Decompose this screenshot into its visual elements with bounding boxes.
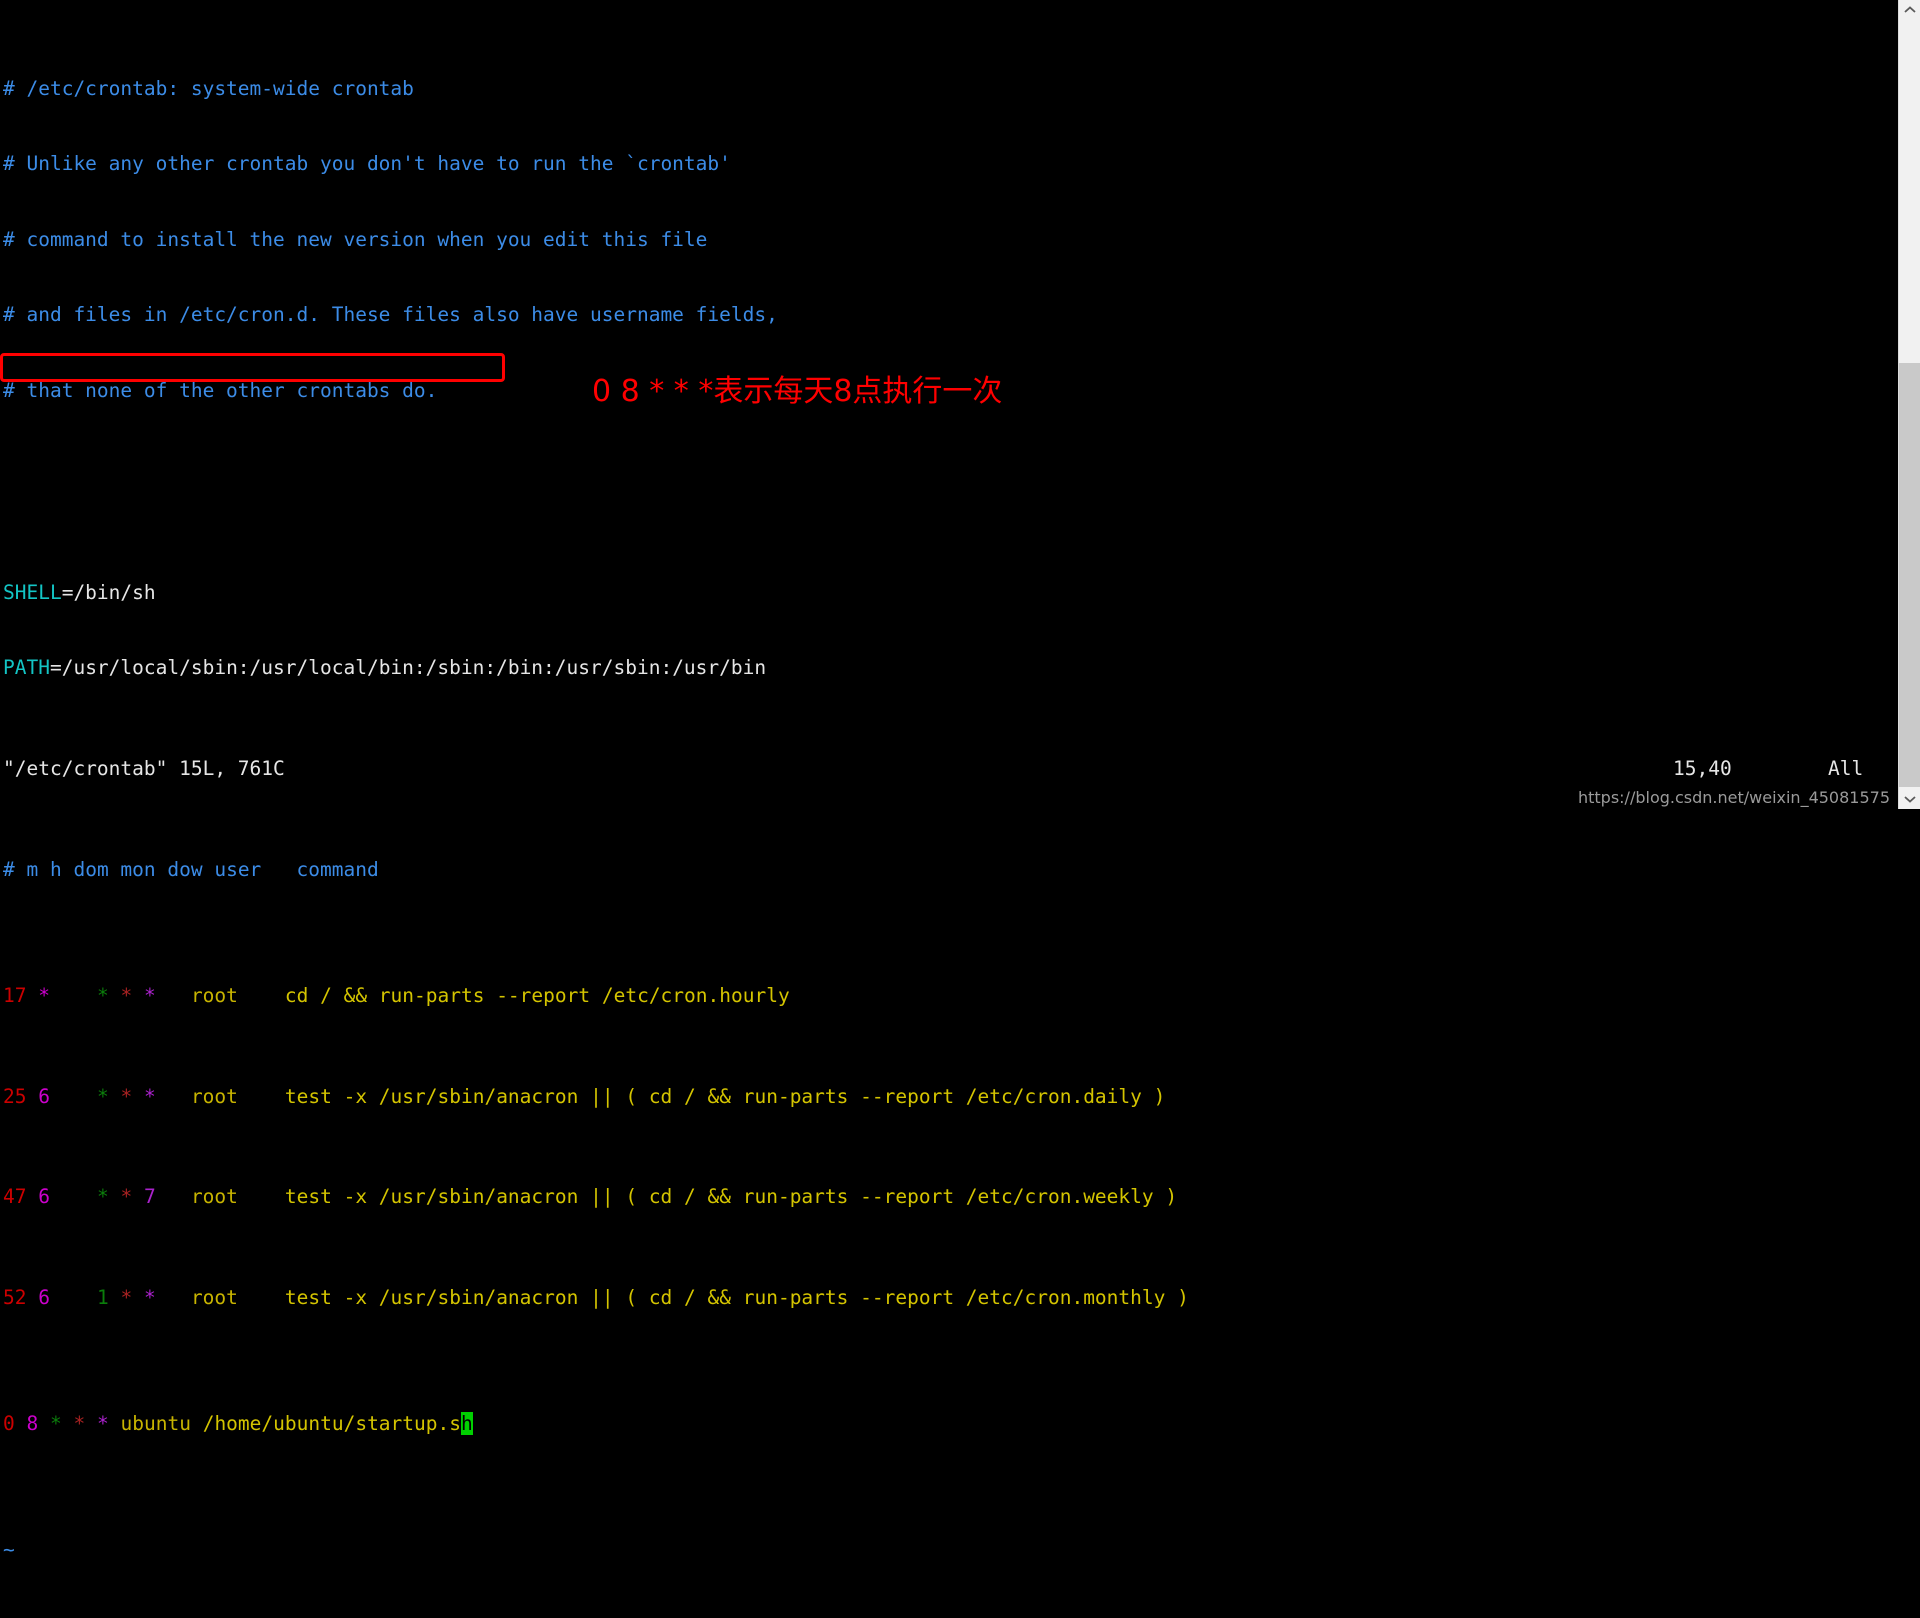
mon-field: * [120, 1286, 133, 1310]
field-header-comment-line: # m h dom mon dow user command [0, 857, 1895, 882]
minute-field: 47 [3, 1185, 27, 1209]
crontab-row-highlighted[interactable]: 0 8 * * * ubuntu /home/ubuntu/startup.sh [0, 1411, 1895, 1436]
scroll-up-button[interactable] [1899, 0, 1920, 20]
dow-field: * [143, 1286, 156, 1310]
terminal-window: # /etc/crontab: system-wide crontab # Un… [0, 0, 1920, 1618]
tilde-marker: ~ [3, 1614, 15, 1618]
tilde-marker: ~ [3, 1538, 15, 1562]
comment-line-4: # and files in /etc/cron.d. These files … [0, 302, 1895, 327]
chevron-down-icon [1904, 795, 1916, 803]
shell-variable-value: =/bin/sh [61, 580, 156, 604]
crontab-row: 47 6 * * 7 root test -x /usr/sbin/anacro… [0, 1184, 1895, 1209]
mon-field: * [73, 1412, 86, 1436]
scrollbar-thumb[interactable] [1899, 363, 1920, 787]
comment-line-2: # Unlike any other crontab you don't hav… [0, 151, 1895, 176]
vertical-scrollbar[interactable] [1898, 0, 1920, 809]
dom-field: * [96, 1084, 109, 1108]
tilde-line: ~ [0, 1613, 1895, 1618]
dom-field: * [50, 1412, 62, 1436]
dow-field: 7 [143, 1185, 156, 1209]
dow-field: * [97, 1412, 109, 1436]
user-field: root [190, 1185, 238, 1209]
crontab-row: 25 6 * * * root test -x /usr/sbin/anacro… [0, 1084, 1895, 1109]
command-field: test -x /usr/sbin/anacron || ( cd / && r… [284, 1286, 1189, 1310]
crontab-row: 52 6 1 * * root test -x /usr/sbin/anacro… [0, 1285, 1895, 1310]
command-field: cd / && run-parts --report /etc/cron.hou… [284, 983, 790, 1007]
comment-text: # that none of the other crontabs do. [3, 378, 438, 402]
chevron-up-icon [1904, 6, 1916, 14]
comment-text: # /etc/crontab: system-wide crontab [3, 76, 414, 100]
path-variable-value: =/usr/local/sbin:/usr/local/bin:/sbin:/b… [49, 656, 767, 680]
comment-line-1: # /etc/crontab: system-wide crontab [0, 76, 1895, 101]
scroll-down-button[interactable] [1899, 789, 1920, 809]
status-cursor-position: 15,40 [1673, 757, 1732, 780]
minute-field: 52 [3, 1286, 27, 1310]
hour-field: 6 [38, 1286, 50, 1310]
comment-text: # and files in /etc/cron.d. These files … [3, 303, 778, 327]
mon-field: * [120, 1084, 133, 1108]
field-header-text: # m h dom mon dow user command [3, 857, 379, 881]
dow-field: * [143, 1084, 156, 1108]
hour-field: 6 [38, 1185, 50, 1209]
dom-field: 1 [96, 1286, 109, 1310]
minute-field: 0 [3, 1412, 15, 1436]
mon-field: * [120, 1185, 133, 1209]
minute-field: 17 [3, 983, 27, 1007]
user-field: root [190, 1084, 238, 1108]
comment-text: # command to install the new version whe… [3, 227, 708, 251]
command-field: /home/ubuntu/startup.s [202, 1412, 461, 1436]
user-field: root [190, 983, 238, 1007]
status-file-info: "/etc/crontab" 15L, 761C [3, 757, 285, 780]
comment-text: # Unlike any other crontab you don't hav… [3, 152, 731, 176]
dom-field: * [96, 1185, 109, 1209]
mon-field: * [120, 983, 133, 1007]
hour-field: * [38, 983, 50, 1007]
watermark-url: https://blog.csdn.net/weixin_45081575 [1577, 788, 1890, 807]
tilde-line: ~ [0, 1537, 1895, 1562]
status-scroll-indicator: All [1828, 757, 1864, 780]
annotation-label: 0 8 * * *表示每天8点执行一次 [592, 374, 1003, 409]
minute-field: 25 [3, 1084, 27, 1108]
comment-line-3: # command to install the new version whe… [0, 227, 1895, 252]
dow-field: * [143, 983, 156, 1007]
user-field: root [190, 1286, 238, 1310]
command-field: test -x /usr/sbin/anacron || ( cd / && r… [284, 1185, 1178, 1209]
shell-variable-name: SHELL [3, 580, 62, 604]
dom-field: * [96, 983, 109, 1007]
hour-field: 8 [26, 1412, 39, 1436]
path-variable-name: PATH [3, 656, 50, 680]
text-cursor: h [460, 1412, 473, 1436]
hour-field: 6 [38, 1084, 50, 1108]
shell-assignment-line: SHELL=/bin/sh [0, 580, 1895, 605]
command-field: test -x /usr/sbin/anacron || ( cd / && r… [284, 1084, 1166, 1108]
user-field: ubuntu [120, 1412, 191, 1436]
crontab-row: 17 * * * * root cd / && run-parts --repo… [0, 983, 1895, 1008]
path-assignment-line: PATH=/usr/local/sbin:/usr/local/bin:/sbi… [0, 655, 1895, 680]
